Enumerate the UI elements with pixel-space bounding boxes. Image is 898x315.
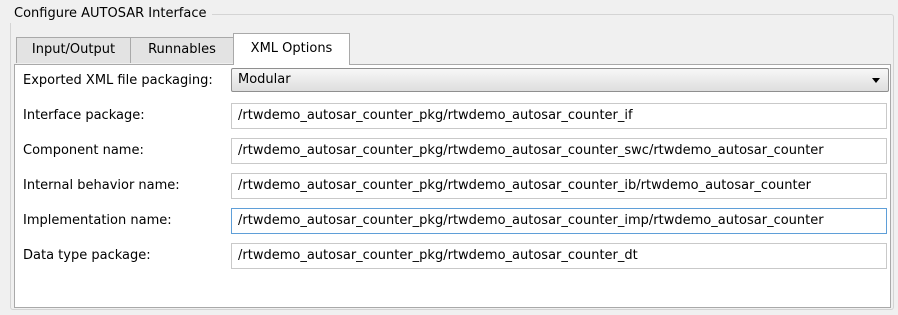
data-type-package-label: Data type package: xyxy=(23,248,151,263)
packaging-select[interactable]: Modular xyxy=(231,68,889,92)
xml-options-panel: Exported XML file packaging: Modular Int… xyxy=(14,64,891,308)
tab-runnables[interactable]: Runnables xyxy=(130,37,234,63)
implementation-name-field[interactable]: /rtwdemo_autosar_counter_pkg/rtwdemo_aut… xyxy=(231,208,887,234)
implementation-name-label: Implementation name: xyxy=(23,213,172,228)
packaging-selected-value: Modular xyxy=(238,72,291,87)
packaging-label: Exported XML file packaging: xyxy=(23,73,213,88)
tab-input-output[interactable]: Input/Output xyxy=(16,37,131,63)
group-title: Configure AUTOSAR Interface xyxy=(10,5,213,23)
component-name-field[interactable]: /rtwdemo_autosar_counter_pkg/rtwdemo_aut… xyxy=(231,138,887,164)
interface-package-field[interactable]: /rtwdemo_autosar_counter_pkg/rtwdemo_aut… xyxy=(231,103,887,129)
data-type-package-field[interactable]: /rtwdemo_autosar_counter_pkg/rtwdemo_aut… xyxy=(231,243,887,269)
component-name-label: Component name: xyxy=(23,143,144,158)
internal-behavior-name-label: Internal behavior name: xyxy=(23,178,180,193)
tab-xml-options[interactable]: XML Options xyxy=(233,33,350,65)
interface-package-label: Interface package: xyxy=(23,108,145,123)
internal-behavior-name-field[interactable]: /rtwdemo_autosar_counter_pkg/rtwdemo_aut… xyxy=(231,173,887,199)
dropdown-arrow-icon xyxy=(872,78,880,83)
